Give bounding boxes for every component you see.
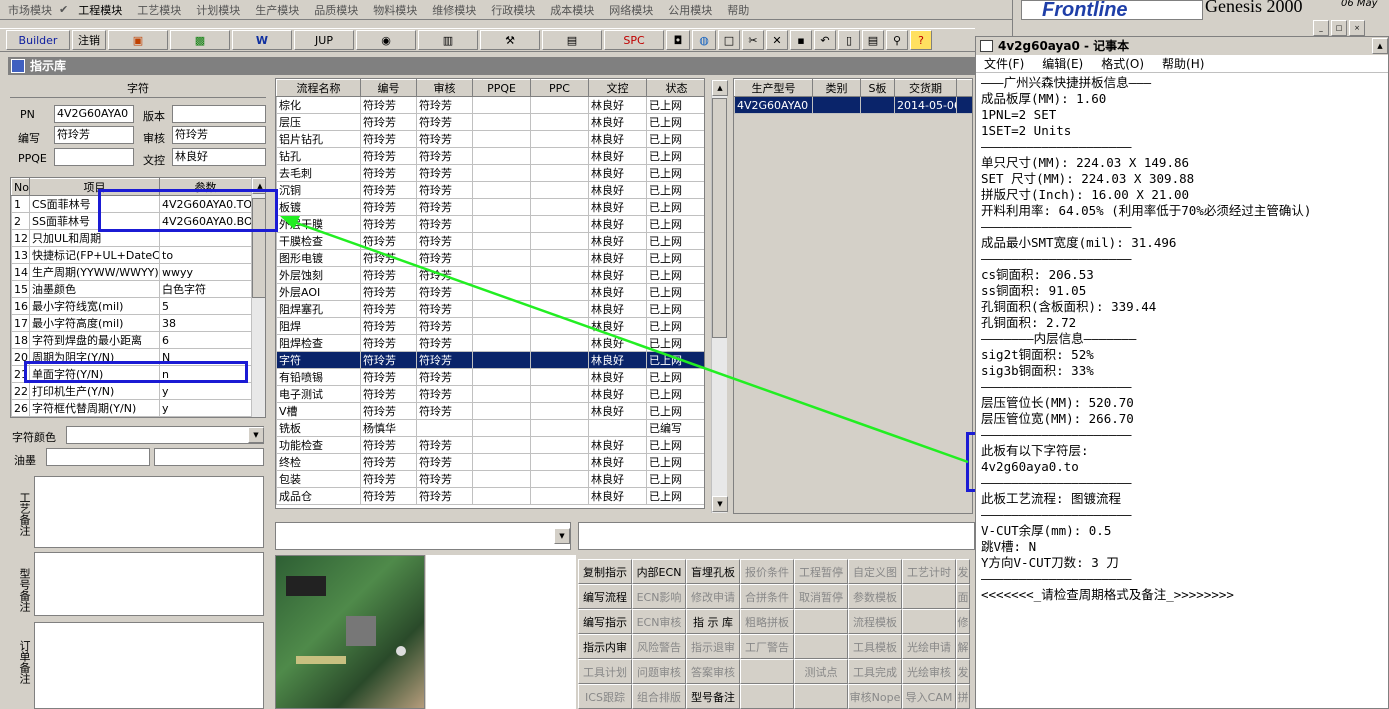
notepad-line: 孔铜面积: 2.72 <box>981 315 1077 330</box>
notepad-line: 成品板厚(MM): 1.60 <box>981 91 1107 106</box>
notepad-line: cs铜面积: 206.53 <box>981 267 1094 282</box>
notepad-line: 1SET=2 Units <box>981 123 1072 138</box>
notepad-line: 层压管位长(MM): 520.70 <box>981 395 1134 410</box>
notepad-line: sig3b铜面积: 33% <box>981 363 1094 378</box>
notepad-menu: 文件(F) 编辑(E) 格式(O) 帮助(H) <box>976 55 1388 73</box>
scroll-up-icon[interactable]: ▲ <box>1372 38 1388 54</box>
notepad-menu-item[interactable]: 格式(O) <box>1101 55 1144 72</box>
notepad-line: ———————内层信息——————— <box>981 331 1137 346</box>
notepad-line: <<<<<<<_请检查周期格式及备注_>>>>>>>> <box>981 587 1234 602</box>
notepad-menu-item[interactable]: 帮助(H) <box>1162 55 1204 72</box>
notepad-line: ———————————————————— <box>981 251 1132 266</box>
notepad-line: 1PNL=2 SET <box>981 107 1057 122</box>
notepad-line: SET 尺寸(MM): 224.03 X 309.88 <box>981 171 1195 186</box>
notepad-line: 此板工艺流程: 图镀流程 <box>981 491 1122 506</box>
notepad-line: ss铜面积: 91.05 <box>981 283 1087 298</box>
notepad-menu-item[interactable]: 文件(F) <box>984 55 1024 72</box>
notepad-line: sig2t铜面积: 52% <box>981 347 1094 362</box>
notepad-line: ———————————————————— <box>981 427 1132 442</box>
notepad-line: 此板有以下字符层: <box>981 443 1089 458</box>
notepad-line: V-CUT余厚(mm): 0.5 <box>981 523 1112 538</box>
notepad-line: ———————————————————— <box>981 219 1132 234</box>
notepad-line: ———广州兴森快捷拼板信息——— <box>981 75 1152 90</box>
notepad-line: ———————————————————— <box>981 139 1132 154</box>
notepad-line: 单只尺寸(MM): 224.03 X 149.86 <box>981 155 1190 170</box>
notepad-icon <box>980 40 993 52</box>
notepad-line: ———————————————————— <box>981 379 1132 394</box>
notepad-line: ———————————————————— <box>981 571 1132 586</box>
notepad-line: 孔铜面积(含板面积): 339.44 <box>981 299 1157 314</box>
notepad-line: 层压管位宽(MM): 266.70 <box>981 411 1134 426</box>
notepad-title: 4v2g60aya0 - 记事本 <box>976 37 1388 55</box>
notepad-line: 成品最小SMT宽度(mil): 31.496 <box>981 235 1177 250</box>
notepad-line: Y方向V-CUT刀数: 3 刀 <box>981 555 1119 570</box>
notepad-window: 4v2g60aya0 - 记事本 ▲ 文件(F) 编辑(E) 格式(O) 帮助(H) … <box>975 36 1389 709</box>
notepad-line: ———————————————————— <box>981 475 1132 490</box>
notepad-line: 拼版尺寸(Inch): 16.00 X 21.00 <box>981 187 1190 202</box>
notepad-line: 开料利用率: 64.05% (利用率低于70%必须经过主管确认) <box>981 203 1312 218</box>
notepad-text[interactable]: ———广州兴森快捷拼板信息——— 成品板厚(MM): 1.60 1PNL=2 SET… <box>976 73 1388 708</box>
notepad-line: ———————————————————— <box>981 507 1132 522</box>
notepad-menu-item[interactable]: 编辑(E) <box>1042 55 1083 72</box>
notepad-line: 跳V槽: N <box>981 539 1037 554</box>
notepad-line: 4v2g60aya0.to <box>981 459 1079 474</box>
